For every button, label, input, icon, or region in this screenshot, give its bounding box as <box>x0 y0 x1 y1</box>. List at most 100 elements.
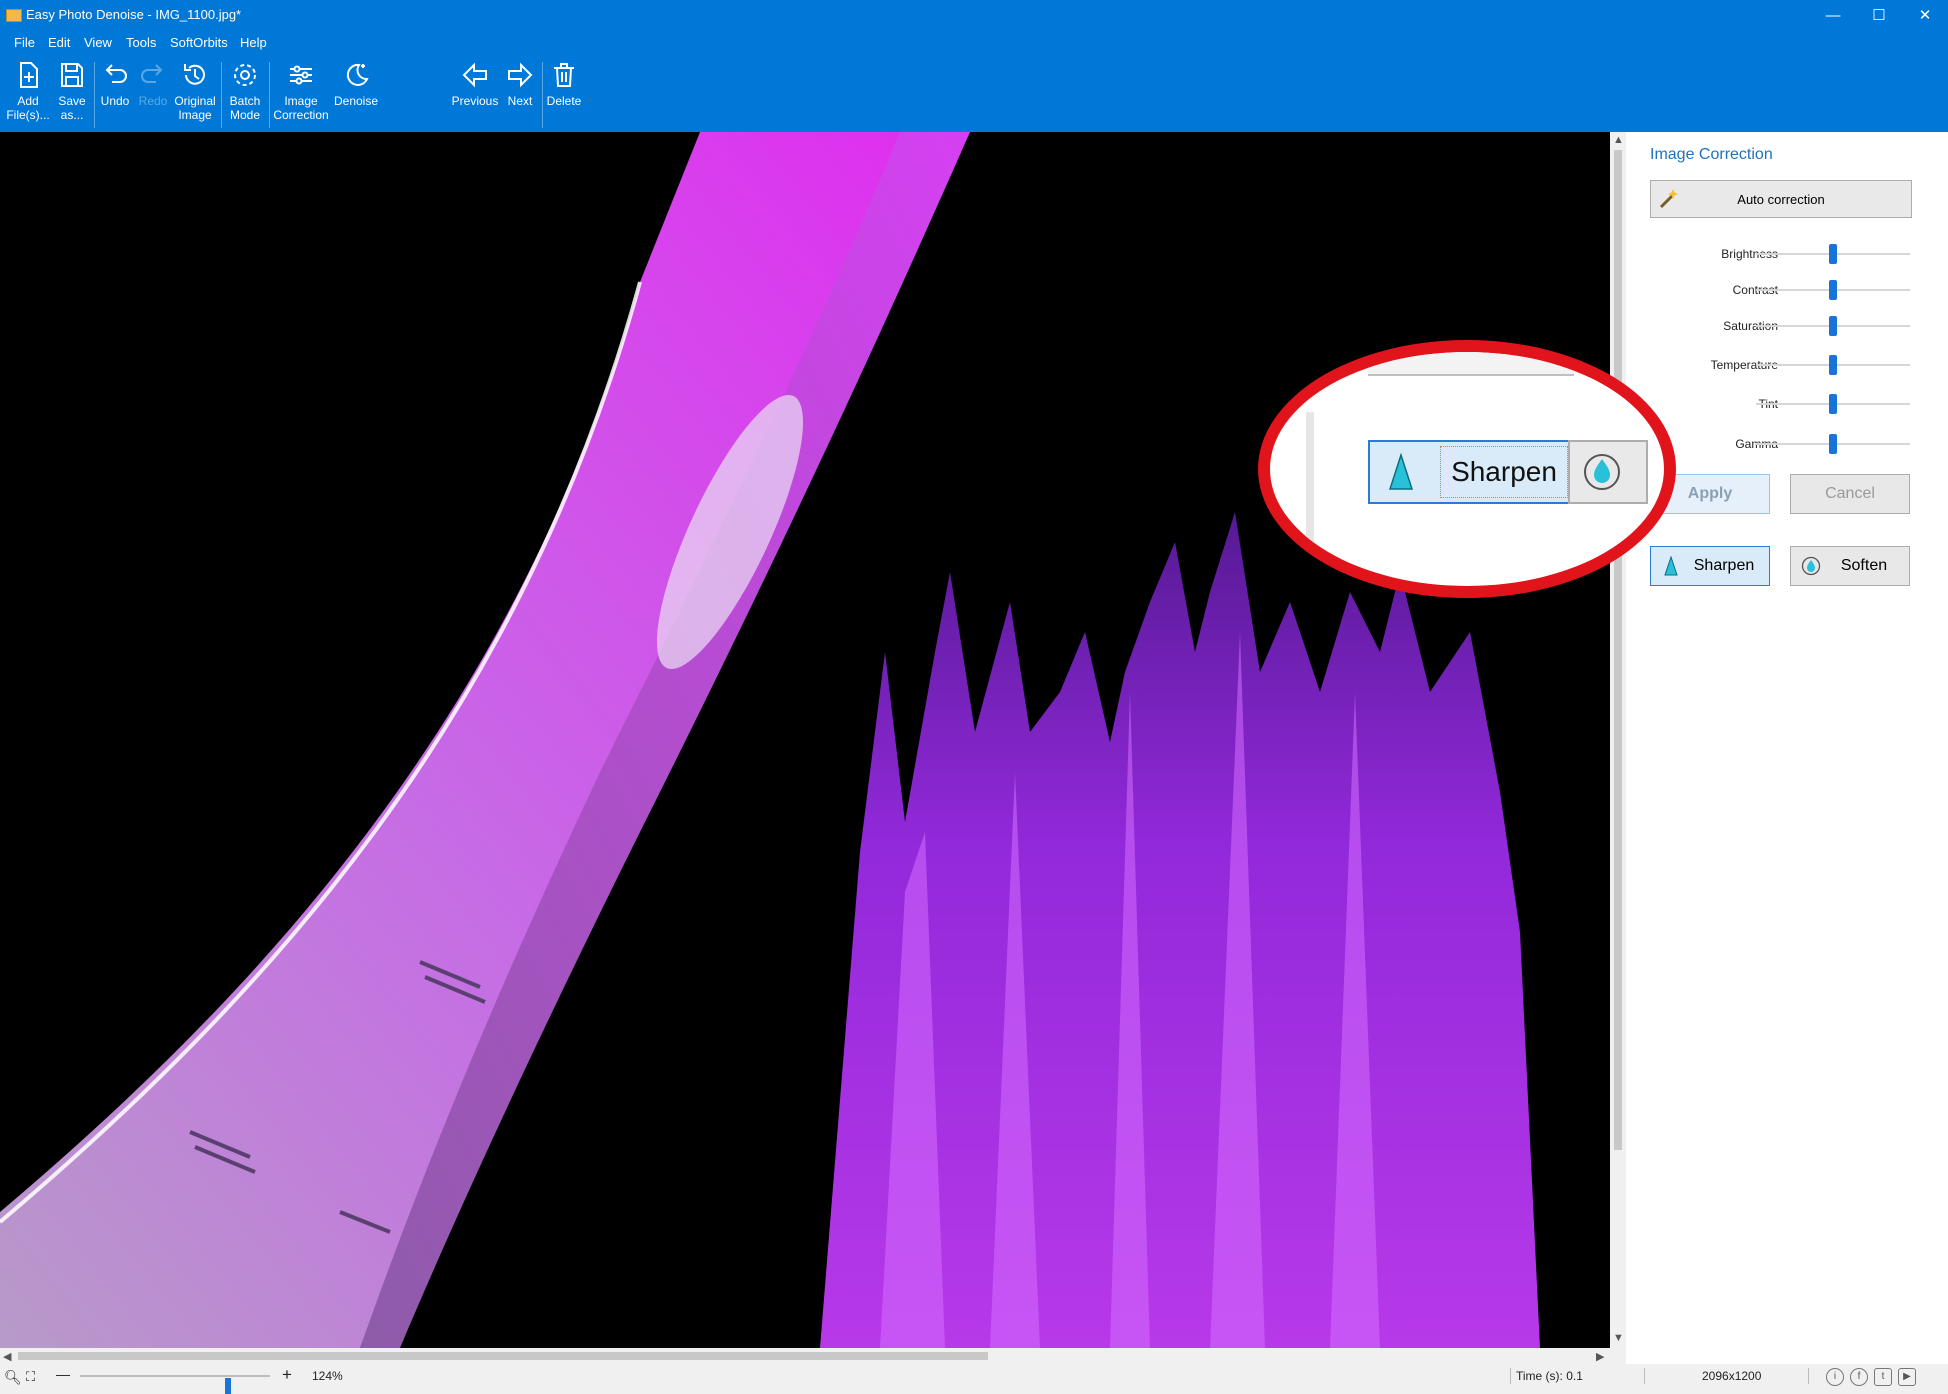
brightness-slider-row: Brightness <box>1626 242 1948 266</box>
saturation-slider-row: Saturation <box>1626 314 1948 338</box>
toolbar-separator <box>542 62 543 128</box>
toolbar-separator <box>269 62 270 128</box>
vertical-scroll-thumb[interactable] <box>1614 150 1622 1150</box>
info-icon[interactable]: i <box>1826 1368 1844 1386</box>
triangle-icon <box>1388 452 1414 490</box>
tint-slider-thumb[interactable] <box>1829 394 1837 414</box>
history-icon <box>184 64 205 85</box>
status-separator <box>1510 1368 1511 1384</box>
brightness-slider[interactable] <box>1756 244 1910 264</box>
status-separator <box>1644 1368 1645 1384</box>
magic-wand-icon <box>1659 189 1678 209</box>
next-button[interactable]: Next <box>502 60 538 128</box>
vertical-scrollbar[interactable]: ▲ ▼ <box>1610 132 1626 1348</box>
saturation-slider-thumb[interactable] <box>1829 316 1837 336</box>
photo <box>0 132 1610 1348</box>
soften-button[interactable]: Soften <box>1790 546 1910 586</box>
add-files-button[interactable]: Add File(s)... <box>6 60 50 128</box>
zoom-tool-icon[interactable]: 🔍︎ <box>4 1369 22 1386</box>
callout-soften-button <box>1568 440 1648 504</box>
tint-slider[interactable] <box>1756 394 1910 414</box>
toolbar-separator <box>221 62 222 128</box>
redo-button[interactable]: Redo <box>135 60 171 128</box>
gamma-slider-thumb[interactable] <box>1829 434 1837 454</box>
next-label: Next <box>507 94 533 108</box>
saturation-slider[interactable] <box>1756 316 1910 336</box>
auto-correction-button[interactable]: Auto correction <box>1650 180 1912 218</box>
title-bar: Easy Photo Denoise - IMG_1100.jpg* — ☐ ✕ <box>0 0 1948 30</box>
status-separator <box>1808 1368 1809 1384</box>
gamma-slider[interactable] <box>1756 434 1910 454</box>
maximize-button[interactable]: ☐ <box>1856 0 1902 30</box>
image-correction-button[interactable]: Image Correction <box>271 60 331 128</box>
toolbar: Add File(s)... Save as... Undo Redo Orig… <box>0 54 1948 132</box>
droplet-icon <box>1801 556 1821 576</box>
denoise-button[interactable]: Denoise <box>333 60 379 128</box>
minimize-button[interactable]: — <box>1810 0 1856 30</box>
droplet-icon <box>1584 454 1620 490</box>
add-files-label: Add File(s)... <box>6 94 50 122</box>
previous-button[interactable]: Previous <box>452 60 498 128</box>
callout-sharpen-button: Sharpen <box>1368 440 1574 504</box>
batch-mode-button[interactable]: Batch Mode <box>224 60 266 128</box>
brightness-slider-thumb[interactable] <box>1829 244 1837 264</box>
callout-sharpen-label: Sharpen <box>1440 446 1568 498</box>
image-correction-panel: Image Correction Auto correction Brightn… <box>1626 132 1948 1364</box>
scroll-right-icon[interactable]: ▶ <box>1596 1350 1604 1363</box>
menu-tools[interactable]: Tools <box>126 35 156 50</box>
image-dimensions: 2096x1200 <box>1702 1369 1762 1383</box>
youtube-icon[interactable]: ▶ <box>1898 1368 1916 1386</box>
undo-button[interactable]: Undo <box>97 60 133 128</box>
save-as-button[interactable]: Save as... <box>52 60 92 128</box>
menu-file[interactable]: File <box>14 35 35 50</box>
previous-label: Previous <box>451 94 499 108</box>
cancel-button[interactable]: Cancel <box>1790 474 1910 514</box>
zoom-slider-thumb[interactable] <box>225 1378 232 1394</box>
original-image-button[interactable]: Original Image <box>172 60 218 128</box>
image-correction-label: Image Correction <box>273 94 329 122</box>
redo-icon <box>141 64 163 83</box>
scroll-down-icon[interactable]: ▼ <box>1613 1332 1624 1344</box>
horizontal-scrollbar[interactable]: ◀ ▶ <box>0 1348 1610 1364</box>
undo-label: Undo <box>100 94 130 108</box>
menu-help[interactable]: Help <box>240 35 267 50</box>
menu-view[interactable]: View <box>84 35 112 50</box>
horizontal-scroll-thumb[interactable] <box>18 1352 988 1360</box>
sliders-icon <box>290 65 312 85</box>
contrast-slider-thumb[interactable] <box>1829 280 1837 300</box>
zoom-level: 124% <box>312 1369 343 1383</box>
trash-icon <box>554 63 574 87</box>
twitter-icon[interactable]: t <box>1874 1368 1892 1386</box>
toolbar-separator <box>94 62 95 128</box>
sharpen-button[interactable]: Sharpen <box>1650 546 1770 586</box>
original-image-label: Original Image <box>174 94 216 122</box>
zoom-out-icon[interactable]: — <box>56 1366 70 1382</box>
scroll-left-icon[interactable]: ◀ <box>3 1350 11 1363</box>
temperature-slider[interactable] <box>1756 355 1910 375</box>
status-bar: 🔍︎ ⛶ — + 124% Time (s): 0.1 2096x1200 i … <box>0 1364 1948 1394</box>
processing-time: Time (s): 0.1 <box>1516 1369 1583 1383</box>
facebook-icon[interactable]: f <box>1850 1368 1868 1386</box>
temperature-slider-row: Temperature <box>1626 353 1948 377</box>
batch-mode-label: Batch Mode <box>229 94 261 122</box>
zoom-in-icon[interactable]: + <box>282 1365 292 1385</box>
image-canvas[interactable] <box>0 132 1610 1348</box>
zoom-callout: Sharpen <box>1258 340 1676 598</box>
temperature-slider-thumb[interactable] <box>1829 355 1837 375</box>
menu-edit[interactable]: Edit <box>48 35 70 50</box>
arrow-left-icon <box>462 62 487 88</box>
window-title: Easy Photo Denoise - IMG_1100.jpg* <box>26 7 242 22</box>
contrast-slider[interactable] <box>1756 280 1910 300</box>
zoom-slider[interactable] <box>80 1375 270 1394</box>
triangle-icon <box>1664 556 1678 576</box>
delete-button[interactable]: Delete <box>545 60 583 128</box>
gear-icon <box>234 64 256 86</box>
fit-screen-icon[interactable]: ⛶ <box>26 1369 35 1385</box>
scroll-up-icon[interactable]: ▲ <box>1613 134 1624 146</box>
tint-slider-row: Tint <box>1626 392 1948 416</box>
app-icon <box>6 9 22 22</box>
callout-apply-edge <box>1368 352 1574 376</box>
menu-softorbits[interactable]: SoftOrbits <box>170 35 228 50</box>
close-button[interactable]: ✕ <box>1902 0 1948 30</box>
panel-title: Image Correction <box>1650 146 1773 163</box>
